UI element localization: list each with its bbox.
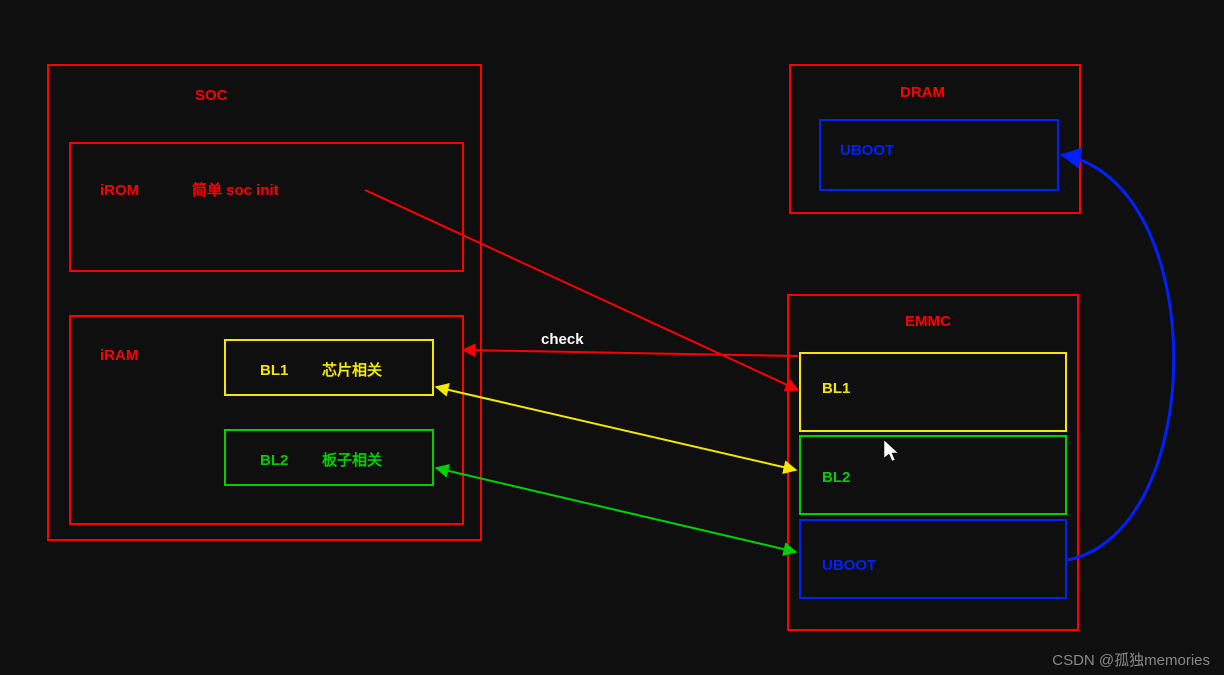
iram-bl2-name: BL2 — [260, 452, 288, 469]
iram-bl1-name: BL1 — [260, 362, 288, 379]
arrow-bl1-bl2-yellow — [436, 387, 796, 470]
emmc-bl2-label: BL2 — [822, 469, 850, 486]
dram-uboot-label: UBOOT — [840, 142, 894, 159]
emmc-title: EMMC — [905, 313, 951, 330]
soc-block: SOC iROM 简单 soc init iRAM BL1 芯片相关 BL2 板… — [48, 65, 481, 540]
dram-title: DRAM — [900, 84, 945, 101]
watermark: CSDN @孤独memories — [1052, 652, 1210, 669]
emmc-block: EMMC BL1 BL2 UBOOT — [788, 295, 1078, 630]
check-label: check — [541, 331, 584, 348]
arrow-emmc-bl1-to-iram — [463, 350, 798, 356]
irom-label: iROM — [100, 182, 139, 199]
emmc-bl1-label: BL1 — [822, 380, 850, 397]
emmc-uboot-label: UBOOT — [822, 557, 876, 574]
soc-title: SOC — [195, 87, 228, 104]
diagram-root: SOC iROM 简单 soc init iRAM BL1 芯片相关 BL2 板… — [0, 0, 1224, 675]
arrow-irom-to-emmc-bl1 — [365, 190, 798, 390]
iram-bl2-desc: 板子相关 — [322, 451, 382, 469]
iram-label: iRAM — [100, 347, 138, 364]
iram-block: iRAM BL1 芯片相关 BL2 板子相关 — [70, 316, 463, 524]
irom-desc: 简单 soc init — [192, 181, 279, 199]
cursor-icon — [884, 440, 898, 461]
arrow-bl2-uboot-green — [436, 468, 796, 552]
dram-block: DRAM UBOOT — [790, 65, 1080, 213]
iram-bl1-desc: 芯片相关 — [322, 361, 382, 379]
